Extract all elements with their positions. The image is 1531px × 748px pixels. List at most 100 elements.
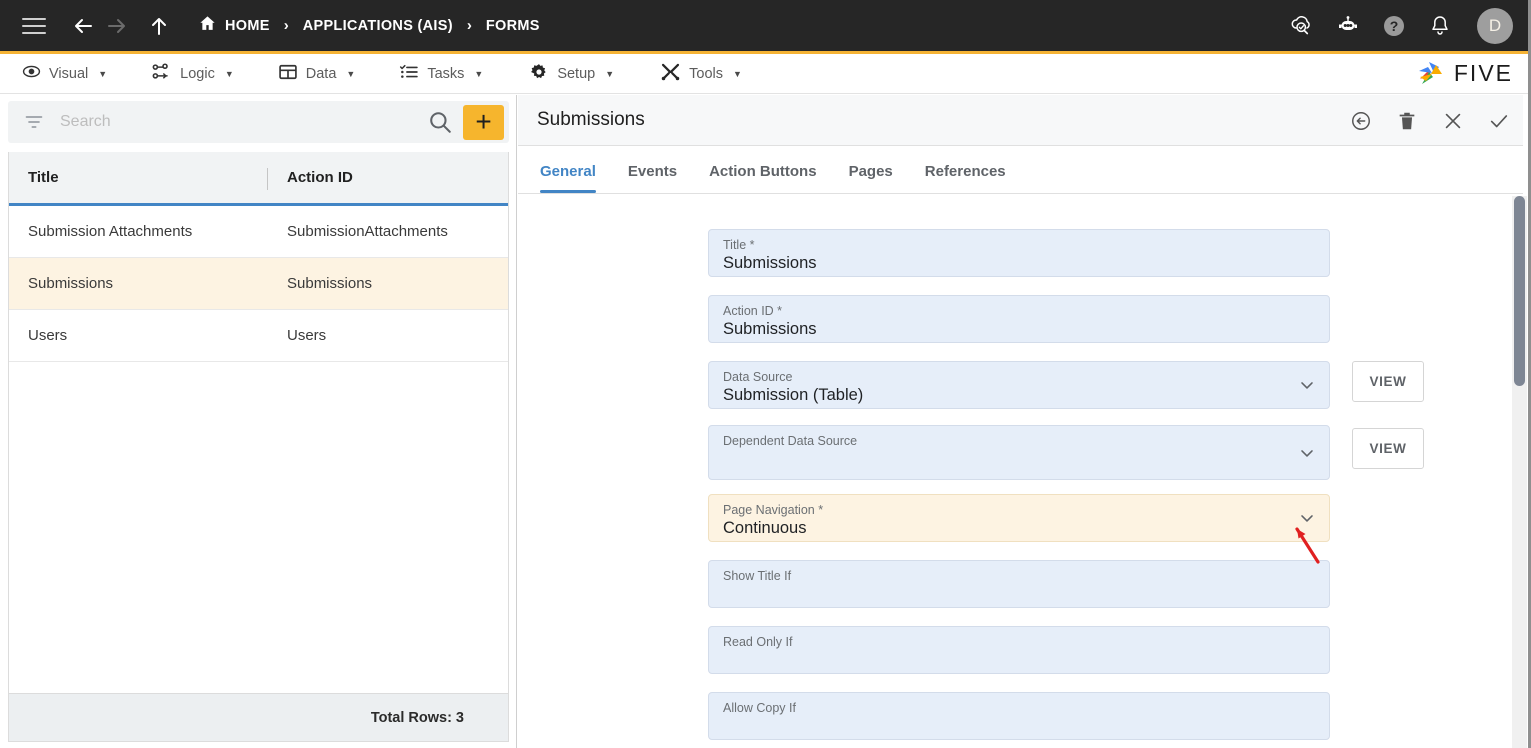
tab-pages[interactable]: Pages xyxy=(849,163,893,193)
field-action-id[interactable]: Action ID * Submissions xyxy=(708,295,1330,343)
save-icon[interactable] xyxy=(1487,109,1511,133)
avatar[interactable]: D xyxy=(1477,8,1513,44)
tab-references[interactable]: References xyxy=(925,163,1006,193)
table-grid-icon xyxy=(278,62,298,86)
gear-icon xyxy=(529,62,549,86)
field-data-source[interactable]: Data Source Submission (Table) xyxy=(708,361,1330,409)
help-icon[interactable]: ? xyxy=(1381,13,1407,39)
tools-icon xyxy=(660,61,681,86)
field-title-value: Submissions xyxy=(723,254,817,273)
table-row[interactable]: Users Users xyxy=(9,310,508,362)
search-bar: + xyxy=(8,101,509,143)
field-data-source-label: Data Source xyxy=(723,370,792,384)
cell-title: Users xyxy=(9,327,268,344)
tab-general[interactable]: General xyxy=(540,163,596,193)
field-title-label: Title * xyxy=(723,238,755,252)
menu-tools-label: Tools xyxy=(689,66,723,82)
chevron-down-icon[interactable] xyxy=(1297,375,1317,395)
field-action-id-label: Action ID * xyxy=(723,304,782,318)
add-form-button[interactable]: + xyxy=(463,105,504,140)
robot-icon[interactable] xyxy=(1335,13,1361,39)
cell-action-id: Submissions xyxy=(268,275,508,292)
revert-icon[interactable] xyxy=(1349,109,1373,133)
cell-title: Submissions xyxy=(9,275,268,292)
field-dependent-data-source-label: Dependent Data Source xyxy=(723,434,857,448)
field-allow-copy-if[interactable]: Allow Copy If xyxy=(708,692,1330,740)
column-header-action-id[interactable]: Action ID xyxy=(268,152,508,203)
field-page-navigation[interactable]: Page Navigation * Continuous xyxy=(708,494,1330,542)
home-icon xyxy=(198,14,217,37)
table-footer: Total Rows: 3 xyxy=(9,693,508,741)
breadcrumb-label-forms: FORMS xyxy=(486,18,540,34)
table-row[interactable]: Submissions Submissions xyxy=(9,258,508,310)
menu-visual[interactable]: Visual ▼ xyxy=(22,62,107,85)
breadcrumb-item-forms[interactable]: FORMS xyxy=(486,18,540,34)
cell-action-id: Users xyxy=(268,327,508,344)
view-data-source-button[interactable]: VIEW xyxy=(1352,361,1424,402)
logic-nodes-icon xyxy=(151,61,172,86)
search-icon[interactable] xyxy=(427,109,453,135)
breadcrumb-label-applications: APPLICATIONS (AIS) xyxy=(303,18,453,34)
page-title: Submissions xyxy=(537,109,645,131)
cell-title: Submission Attachments xyxy=(9,223,268,240)
search-input[interactable] xyxy=(60,113,427,131)
menu-tools[interactable]: Tools ▼ xyxy=(660,61,742,86)
field-page-navigation-value: Continuous xyxy=(723,519,806,538)
breadcrumb-separator: › xyxy=(284,17,289,34)
field-dependent-data-source[interactable]: Dependent Data Source xyxy=(708,425,1330,480)
filter-icon[interactable] xyxy=(24,112,44,132)
table-row[interactable]: Submission Attachments SubmissionAttachm… xyxy=(9,206,508,258)
detail-tabs: General Events Action Buttons Pages Refe… xyxy=(518,146,1523,194)
field-page-navigation-label: Page Navigation * xyxy=(723,503,823,517)
eye-icon xyxy=(22,62,41,85)
field-title[interactable]: Title * Submissions xyxy=(708,229,1330,277)
top-bar-actions: ? D xyxy=(1289,0,1513,51)
table-header-row: Title Action ID xyxy=(9,152,508,206)
breadcrumb-separator-2: › xyxy=(467,17,472,34)
column-header-title[interactable]: Title xyxy=(9,152,268,203)
menu-data[interactable]: Data ▼ xyxy=(278,62,356,86)
menu-tasks[interactable]: Tasks ▼ xyxy=(399,62,483,86)
field-show-title-if-label: Show Title If xyxy=(723,569,791,583)
five-logo-text: FIVE xyxy=(1454,60,1513,87)
forms-table: Title Action ID Submission Attachments S… xyxy=(8,152,509,742)
breadcrumb-item-applications[interactable]: APPLICATIONS (AIS) xyxy=(303,18,453,34)
breadcrumb: HOME › APPLICATIONS (AIS) › FORMS xyxy=(198,14,540,37)
chevron-down-icon: ▼ xyxy=(98,69,107,79)
view-dependent-data-source-button[interactable]: VIEW xyxy=(1352,428,1424,469)
top-navigation-bar: HOME › APPLICATIONS (AIS) › FORMS xyxy=(0,0,1531,51)
breadcrumb-item-home[interactable]: HOME xyxy=(198,14,270,37)
tab-action-buttons[interactable]: Action Buttons xyxy=(709,163,816,193)
application-menu-bar: Visual ▼ Logic ▼ Data ▼ xyxy=(0,54,1531,94)
delete-icon[interactable] xyxy=(1395,109,1419,133)
form-detail-panel: Submissions General Events Action Button… xyxy=(518,95,1523,748)
close-icon[interactable] xyxy=(1441,109,1465,133)
menu-visual-label: Visual xyxy=(49,66,88,82)
up-arrow-icon[interactable] xyxy=(142,9,176,43)
chevron-down-icon: ▼ xyxy=(474,69,483,79)
chevron-down-icon: ▼ xyxy=(733,69,742,79)
field-read-only-if[interactable]: Read Only If xyxy=(708,626,1330,674)
column-divider[interactable] xyxy=(267,168,268,190)
menu-tasks-label: Tasks xyxy=(427,66,464,82)
total-rows-label: Total Rows: 3 xyxy=(371,710,464,726)
five-logo: FIVE xyxy=(1416,59,1513,89)
tab-events[interactable]: Events xyxy=(628,163,677,193)
notifications-bell-icon[interactable] xyxy=(1427,13,1453,39)
detail-scrollbar-thumb[interactable] xyxy=(1514,196,1525,386)
chevron-down-icon[interactable] xyxy=(1297,443,1317,463)
chevron-down-icon[interactable] xyxy=(1297,508,1317,528)
svg-text:?: ? xyxy=(1390,18,1399,34)
field-show-title-if[interactable]: Show Title If xyxy=(708,560,1330,608)
detail-header: Submissions xyxy=(518,95,1523,146)
menu-logic-label: Logic xyxy=(180,66,215,82)
forward-arrow-icon[interactable] xyxy=(100,9,134,43)
menu-logic[interactable]: Logic ▼ xyxy=(151,61,234,86)
hamburger-menu-icon[interactable] xyxy=(22,18,46,34)
field-action-id-value: Submissions xyxy=(723,320,817,339)
cloud-search-icon[interactable] xyxy=(1289,13,1315,39)
menu-setup[interactable]: Setup ▼ xyxy=(529,62,614,86)
field-data-source-value: Submission (Table) xyxy=(723,386,863,405)
back-arrow-icon[interactable] xyxy=(66,9,100,43)
forms-list-panel: + Title Action ID Submission Attachments… xyxy=(0,95,517,748)
